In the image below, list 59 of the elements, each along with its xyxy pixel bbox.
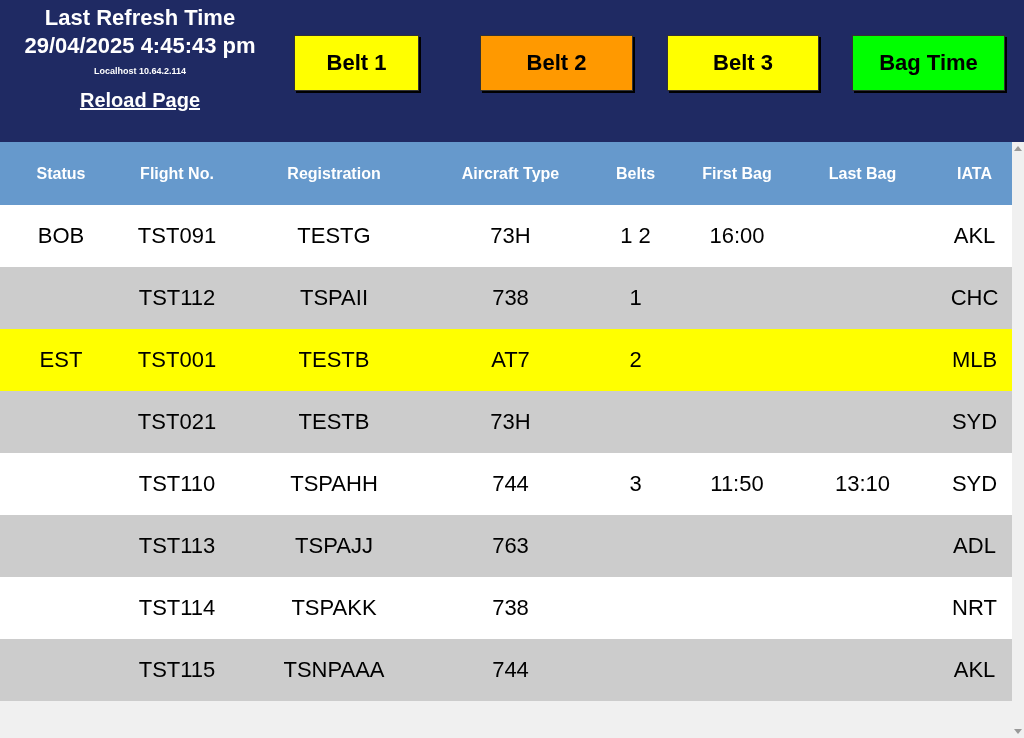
- table-cell-text: ADL: [952, 533, 997, 559]
- table-cell-text: TST001: [136, 347, 218, 373]
- column-header: IATA: [956, 164, 993, 183]
- refresh-title: Last Refresh Time: [44, 5, 236, 31]
- table-cell-text: TSPAKK: [290, 595, 378, 621]
- table-cell-text: TST112: [137, 285, 217, 311]
- table-cell-text: TSPAJJ: [294, 533, 374, 559]
- refresh-timestamp: 29/04/2025 4:45:43 pm: [24, 32, 256, 60]
- table-cell-text: 16:00: [708, 223, 766, 249]
- belt-button[interactable]: Bag Time: [852, 35, 1005, 91]
- belt-button[interactable]: Belt 3: [667, 35, 819, 91]
- table-cell-text: 73H: [489, 409, 532, 435]
- table-cell-text: 3: [628, 471, 643, 497]
- table-cell-text: 738: [491, 595, 530, 621]
- column-header: Last Bag: [827, 164, 898, 183]
- reload-link[interactable]: Reload Page: [79, 89, 200, 112]
- column-header: Flight No.: [139, 164, 215, 183]
- table-cell-text: 11:50: [709, 471, 765, 497]
- table-cell-text: TESTG: [296, 223, 372, 249]
- column-header: Registration: [286, 164, 382, 183]
- column-header: Status: [35, 164, 87, 183]
- table-cell-text: CHC: [949, 285, 1000, 311]
- table-cell-text: TESTB: [297, 409, 371, 435]
- table-cell-text: NRT: [951, 595, 998, 621]
- table-cell-text: SYD: [950, 409, 999, 435]
- table-cell-text: BOB: [36, 223, 86, 249]
- table-cell-text: TSNPAAA: [282, 657, 386, 683]
- table-cell-text: TSPAII: [298, 285, 370, 311]
- table-cell-text: AKL: [952, 223, 997, 249]
- table-cell-text: TST021: [136, 409, 218, 435]
- table-cell-text: TST113: [137, 533, 217, 559]
- table-cell-text: 2: [628, 347, 643, 373]
- table-cell-text: AKL: [952, 657, 997, 683]
- belt-button[interactable]: Belt 1: [294, 35, 419, 91]
- table-cell-text: 13:10: [833, 471, 892, 497]
- table-cell-text: TSPAHH: [289, 471, 379, 497]
- host-address: Localhost 10.64.2.114: [93, 65, 187, 78]
- table-cell-text: TST091: [136, 223, 218, 249]
- table-cell-text: 744: [491, 657, 530, 683]
- table-cell-text: 1 2: [619, 223, 652, 249]
- table-cell-text: 763: [491, 533, 530, 559]
- table-cell-text: 73H: [489, 223, 532, 249]
- table-cell-text: 738: [491, 285, 530, 311]
- table-cell-text: AT7: [490, 347, 531, 373]
- table-cell-text: MLB: [950, 347, 999, 373]
- column-header: Aircraft Type: [460, 164, 561, 183]
- column-header: First Bag: [701, 164, 773, 183]
- table-cell-text: TST115: [137, 657, 217, 683]
- belt-button[interactable]: Belt 2: [480, 35, 633, 91]
- table-cell-text: EST: [38, 347, 84, 373]
- table-cell-text: TST114: [137, 595, 217, 621]
- scroll-down-icon[interactable]: [1014, 729, 1022, 734]
- table-cell-text: TST110: [137, 471, 217, 497]
- table-cell-text: SYD: [950, 471, 999, 497]
- table-cell-text: 744: [491, 471, 530, 497]
- scroll-up-icon[interactable]: [1014, 146, 1022, 151]
- table-cell-text: TESTB: [297, 347, 371, 373]
- column-header: Belts: [614, 164, 657, 183]
- table-cell-text: 1: [628, 285, 643, 311]
